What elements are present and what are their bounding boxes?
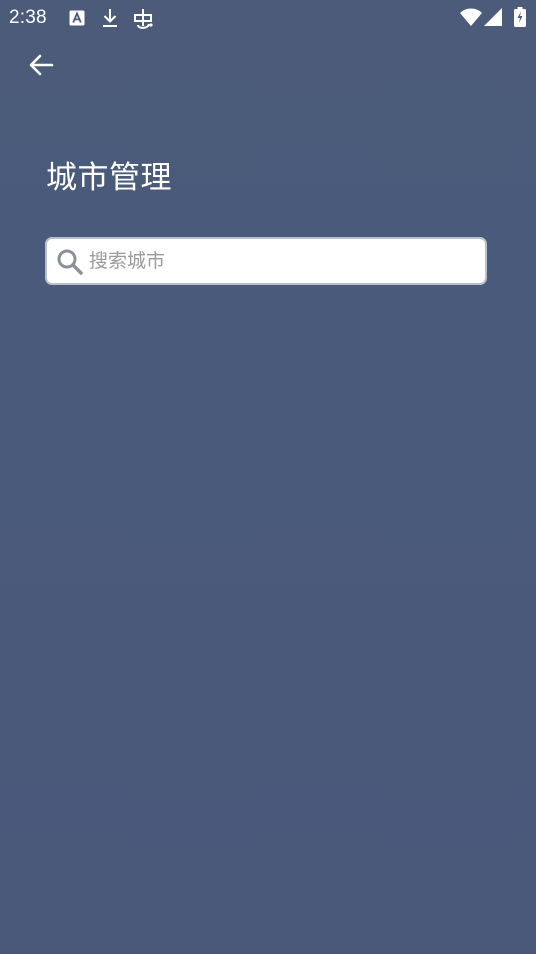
download-icon — [101, 8, 119, 33]
search-input[interactable] — [89, 239, 477, 283]
cell-signal-icon — [484, 8, 502, 31]
a-box-icon — [69, 10, 85, 31]
status-right-icons — [448, 7, 528, 29]
status-time: 2:38 — [9, 7, 47, 28]
bug-icon — [132, 7, 154, 36]
wifi-icon — [460, 8, 482, 31]
battery-charging-icon — [514, 7, 526, 32]
arrow-left-icon — [28, 53, 54, 82]
page-title: 城市管理 — [46, 160, 172, 196]
back-button[interactable] — [20, 46, 62, 88]
search-box[interactable] — [45, 237, 487, 285]
search-icon — [56, 248, 84, 276]
status-bar: 2:38 — [0, 0, 536, 38]
